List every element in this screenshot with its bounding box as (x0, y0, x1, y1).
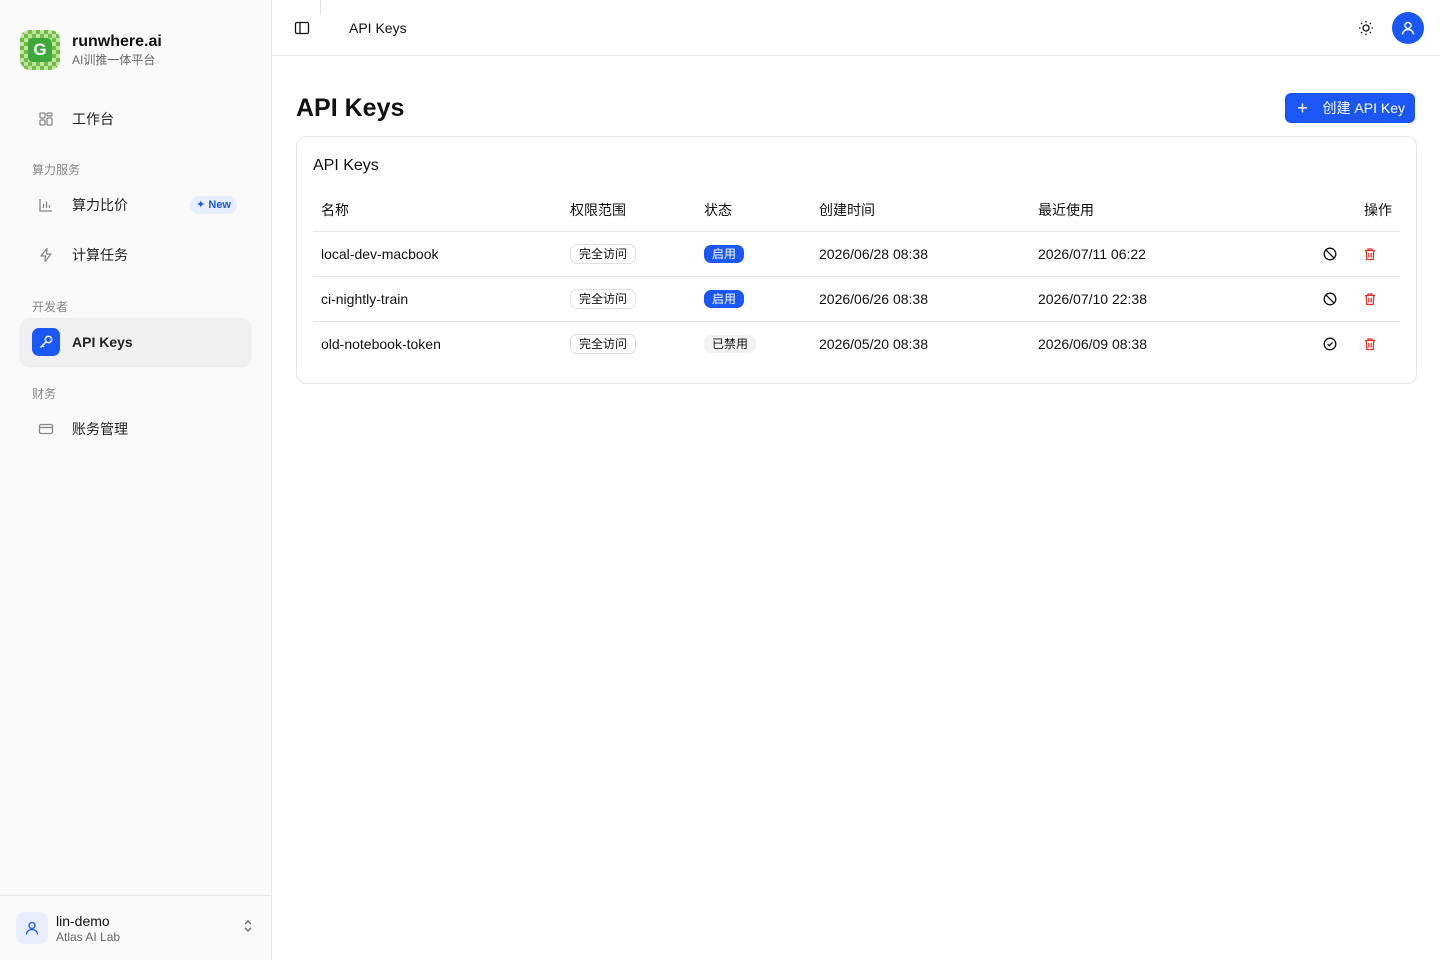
table-row: old-notebook-token 完全访问 已禁用 2026/05/20 0… (313, 320, 1400, 366)
api-keys-card: API Keys 名称 权限范围 状态 创建时间 最近使用 操作 local-d… (296, 136, 1417, 384)
created-time: 2026/06/26 08:38 (811, 275, 1030, 321)
table-header-row: 名称 权限范围 状态 创建时间 最近使用 操作 (313, 189, 1400, 231)
disable-icon[interactable] (1316, 285, 1344, 313)
card-title: API Keys (313, 157, 379, 174)
key-name: old-notebook-token (313, 320, 562, 366)
key-name: local-dev-macbook (313, 230, 562, 276)
section-label-finance: 财务 (32, 387, 57, 401)
table-row: ci-nightly-train 完全访问 启用 2026/06/26 08:3… (313, 275, 1400, 321)
scope-badge: 完全访问 (570, 333, 637, 354)
delete-icon[interactable] (1356, 330, 1384, 358)
sidebar-item-api-keys[interactable]: API Keys (20, 318, 251, 366)
status-badge: 启用 (704, 289, 745, 308)
delete-icon[interactable] (1356, 285, 1384, 313)
chevrons-up-down-icon (241, 919, 255, 938)
page-title: API Keys (296, 93, 405, 122)
brand-subtitle: AI训推一体平台 (72, 53, 156, 67)
delete-icon[interactable] (1356, 240, 1384, 268)
credit-card-icon (32, 415, 60, 443)
new-badge: ✦ New (190, 196, 237, 214)
column-header-status: 状态 (704, 201, 732, 218)
last-used-time: 2026/06/09 08:38 (1030, 320, 1290, 366)
column-header-last-used: 最近使用 (1038, 201, 1094, 218)
create-button-label: 创建 API Key (1322, 100, 1405, 116)
sparkle-icon: ✦ (196, 199, 209, 211)
dashboard-icon (32, 105, 60, 133)
column-header-created: 创建时间 (819, 201, 875, 218)
brand-name: runwhere.ai (72, 33, 162, 50)
page-header: API Keys + 创建 API Key (272, 56, 1440, 136)
theme-toggle-icon[interactable] (1352, 14, 1380, 42)
sidebar-item-compute-jobs[interactable]: 计算任务 (20, 231, 251, 279)
plus-icon: + (1297, 98, 1308, 118)
logo-letter: G (28, 38, 52, 62)
column-header-name: 名称 (321, 201, 349, 218)
last-used-time: 2026/07/11 06:22 (1030, 230, 1290, 276)
user-name: lin-demo (56, 912, 110, 929)
section-label-compute: 算力服务 (32, 163, 81, 177)
sidebar-toggle-icon[interactable] (288, 14, 316, 42)
sidebar-item-label: 工作台 (72, 111, 114, 127)
api-keys-table: 名称 权限范围 状态 创建时间 最近使用 操作 local-dev-macboo… (313, 189, 1400, 366)
sidebar-item-workbench[interactable]: 工作台 (20, 95, 251, 143)
last-used-time: 2026/07/10 22:38 (1030, 275, 1290, 321)
user-avatar-icon[interactable] (1392, 11, 1424, 44)
sidebar-item-price-compare[interactable]: 算力比价 ✦ New (20, 181, 251, 229)
user-menu[interactable]: lin-demo Atlas AI Lab (0, 895, 271, 960)
sidebar-item-label: 算力比价 (72, 197, 128, 213)
enable-icon[interactable] (1316, 330, 1344, 358)
status-badge: 启用 (704, 244, 745, 263)
column-header-scope: 权限范围 (570, 201, 626, 218)
sidebar: G runwhere.ai AI训推一体平台 工作台 算力服务 算力比价 ✦ N… (0, 0, 272, 960)
main: API Keys API Keys + 创建 API Key API Keys (272, 0, 1440, 960)
scope-badge: 完全访问 (570, 288, 637, 309)
section-label-developer: 开发者 (32, 300, 69, 314)
key-name: ci-nightly-train (313, 275, 562, 321)
table-row: local-dev-macbook 完全访问 启用 2026/06/28 08:… (313, 230, 1400, 276)
create-api-key-button[interactable]: + 创建 API Key (1284, 93, 1415, 123)
column-header-actions: 操作 (1364, 201, 1392, 218)
scope-badge: 完全访问 (570, 243, 637, 264)
sidebar-item-label: API Keys (72, 334, 133, 350)
sidebar-item-label: 计算任务 (72, 247, 128, 263)
created-time: 2026/06/28 08:38 (811, 230, 1030, 276)
key-icon (32, 328, 60, 356)
bar-chart-icon (32, 191, 60, 219)
zap-icon (32, 241, 60, 269)
app: G runwhere.ai AI训推一体平台 工作台 算力服务 算力比价 ✦ N… (0, 0, 1440, 960)
divider (320, 0, 321, 14)
sidebar-item-billing[interactable]: 账务管理 (20, 405, 251, 453)
logo: G (20, 30, 60, 70)
disable-icon[interactable] (1316, 240, 1344, 268)
user-org: Atlas AI Lab (56, 929, 121, 944)
brand[interactable]: G runwhere.ai AI训推一体平台 (0, 0, 271, 80)
sidebar-item-label: 账务管理 (72, 421, 128, 437)
user-icon (16, 912, 48, 944)
sidebar-nav: 工作台 算力服务 算力比价 ✦ New 计算任务 开发者 API Keys 财务… (0, 80, 271, 453)
topbar: API Keys (272, 0, 1440, 56)
status-badge: 已禁用 (704, 334, 757, 353)
breadcrumb: API Keys (349, 19, 407, 36)
created-time: 2026/05/20 08:38 (811, 320, 1030, 366)
